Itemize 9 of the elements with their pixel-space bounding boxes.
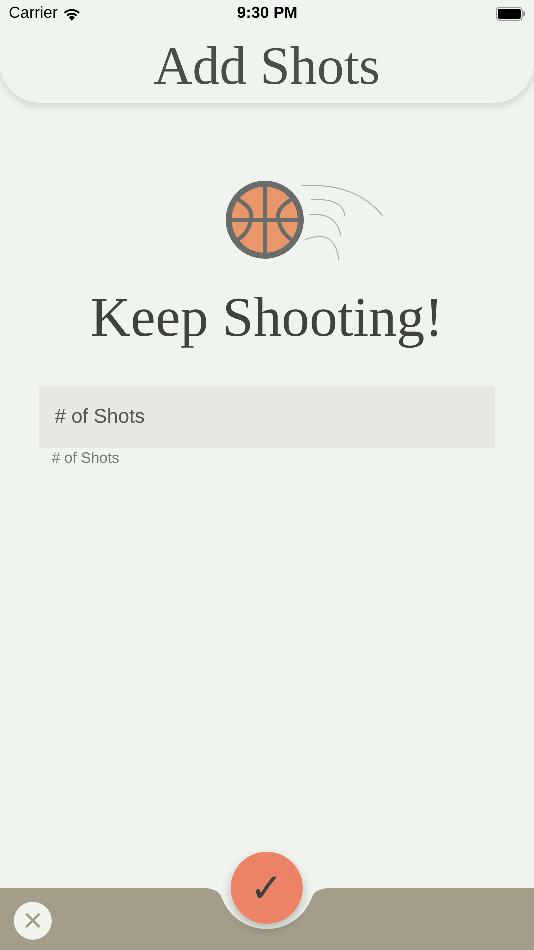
headline: Keep Shooting! <box>90 290 444 346</box>
carrier-label: Carrier <box>9 5 58 23</box>
helper-text: # of Shots <box>52 450 120 467</box>
battery-icon <box>496 7 526 21</box>
wifi-icon <box>62 8 81 20</box>
page-title: Add Shots <box>154 38 380 92</box>
shots-input-field[interactable]: # of Shots <box>39 386 495 448</box>
confirm-button[interactable]: ✓ <box>231 852 303 924</box>
clock-label: 9:30 PM <box>237 5 298 23</box>
